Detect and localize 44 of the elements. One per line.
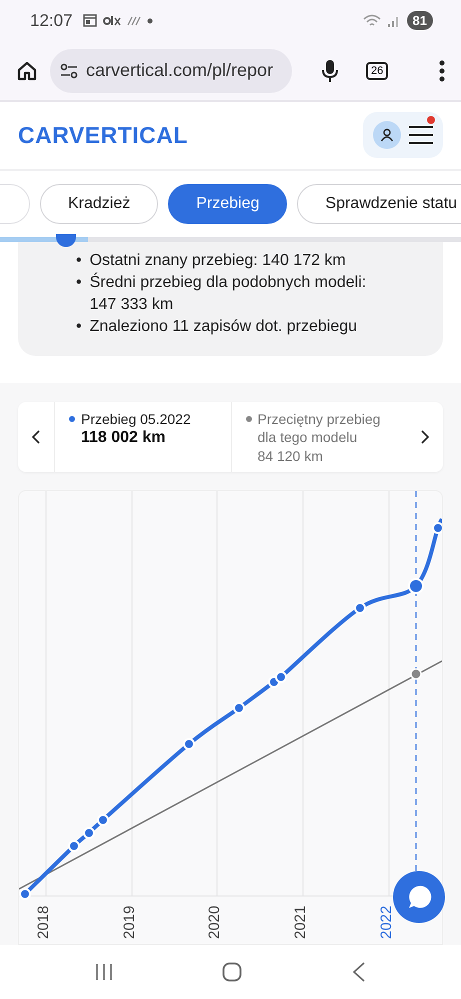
dot-icon xyxy=(146,18,153,24)
year-label: 2020 xyxy=(206,906,223,940)
legend-value: 118 002 km xyxy=(81,428,167,448)
bullet: • xyxy=(76,250,82,271)
user-icon[interactable] xyxy=(373,121,401,150)
year-label: 2019 xyxy=(121,906,138,940)
battery-level: 81 xyxy=(406,11,433,30)
legend-title: Przeciętny przebieg dla tego modelu xyxy=(258,410,382,446)
section-tab[interactable]: Sprawdzenie statu xyxy=(297,184,461,224)
home-icon[interactable] xyxy=(16,60,38,82)
back-icon[interactable] xyxy=(352,962,366,982)
wifi-icon xyxy=(362,14,381,28)
chat-bubble-icon[interactable] xyxy=(406,884,432,910)
account-menu[interactable] xyxy=(363,112,443,158)
bullet: • xyxy=(76,316,82,337)
chevron-left-icon[interactable] xyxy=(31,430,41,444)
summary-item: Średni przebieg dla podobnych modeli: 147 333 km xyxy=(90,272,368,315)
menu-icon[interactable] xyxy=(409,125,433,146)
logo[interactable]: CARVERTICAL xyxy=(18,122,188,149)
recent-apps-icon[interactable] xyxy=(94,963,113,982)
notification-icon xyxy=(102,14,121,27)
legend-title: Przebieg 05.2022 xyxy=(81,410,192,428)
url-text: carvertical.com/pl/repor xyxy=(86,60,274,82)
site-settings-icon[interactable] xyxy=(60,62,78,79)
year-label: 2022 xyxy=(378,906,395,940)
more-icon[interactable] xyxy=(439,60,445,82)
address-bar[interactable]: carvertical.com/pl/repor xyxy=(50,48,292,93)
section-tab[interactable]: Przebieg xyxy=(168,184,288,224)
microphone-icon[interactable] xyxy=(320,58,340,83)
summary-icon xyxy=(56,234,76,247)
summary-item: Ostatni znany przebieg: 140 172 km xyxy=(90,250,347,271)
home-button-icon[interactable] xyxy=(222,962,242,982)
bullet: • xyxy=(76,272,82,293)
status-time: 12:07 xyxy=(30,10,73,31)
chevron-right-icon[interactable] xyxy=(420,430,430,444)
calendar-icon xyxy=(82,14,97,28)
stripes-icon xyxy=(126,16,141,26)
summary-item: Znaleziono 11 zapisów dot. przebiegu xyxy=(90,316,358,337)
average-point xyxy=(410,668,422,680)
tab-count[interactable]: 26 xyxy=(366,62,388,80)
year-label: 2018 xyxy=(35,906,52,940)
section-tab[interactable]: Kradzież xyxy=(40,184,158,224)
legend-value: 84 120 km xyxy=(258,447,324,466)
year-label: 2021 xyxy=(292,906,309,940)
